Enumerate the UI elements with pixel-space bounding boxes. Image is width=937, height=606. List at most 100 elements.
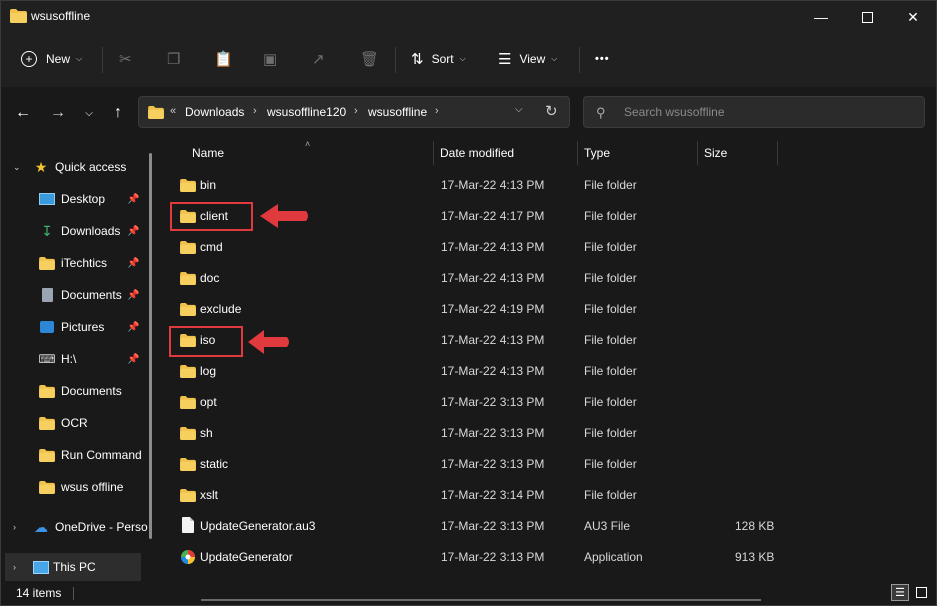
refresh-icon[interactable]: ↻: [545, 102, 558, 120]
chevron-right-icon[interactable]: ›: [435, 105, 439, 117]
pin-icon[interactable]: 📌: [127, 290, 139, 301]
share-button[interactable]: ↗: [312, 43, 325, 75]
cut-button[interactable]: ✂: [119, 43, 132, 75]
file-date: 17-Mar-22 3:13 PM: [441, 426, 545, 440]
sort-icon: ⇅: [411, 51, 424, 68]
sidebar-item[interactable]: ⌄ ★ Quick access: [1, 153, 149, 181]
column-header-type[interactable]: Type: [584, 139, 610, 167]
divider: [102, 47, 103, 73]
details-view-button[interactable]: ☰: [891, 584, 909, 601]
overflow-chevron-icon[interactable]: «: [170, 105, 176, 117]
column-header-name[interactable]: Name: [192, 139, 224, 167]
file-type: Application: [584, 550, 643, 564]
sidebar-item[interactable]: OCR: [1, 409, 149, 437]
minimize-button[interactable]: —: [798, 1, 844, 33]
chevron-right-icon[interactable]: ›: [354, 105, 358, 117]
sidebar-item[interactable]: Run Command: [1, 441, 149, 469]
column-divider[interactable]: [433, 141, 434, 165]
documents-icon: [39, 288, 55, 302]
sidebar-item[interactable]: › ☁ OneDrive - Perso: [1, 513, 149, 541]
close-button[interactable]: ✕: [890, 1, 936, 33]
chevron-down-icon[interactable]: ⌄: [13, 162, 21, 173]
sidebar-item[interactable]: wsus offline: [1, 473, 149, 501]
pin-icon[interactable]: 📌: [127, 226, 139, 237]
pin-icon[interactable]: 📌: [127, 322, 139, 333]
minimize-icon: —: [814, 9, 828, 25]
breadcrumb-wsusoffline[interactable]: wsusoffline: [368, 105, 427, 119]
file-name: cmd: [200, 240, 223, 254]
folder-icon: [10, 9, 27, 23]
table-row[interactable]: doc 17-Mar-22 4:13 PM File folder: [161, 263, 936, 294]
table-row[interactable]: opt 17-Mar-22 3:13 PM File folder: [161, 387, 936, 418]
file-date: 17-Mar-22 4:13 PM: [441, 178, 545, 192]
file-date: 17-Mar-22 3:13 PM: [441, 519, 545, 533]
sidebar-item[interactable]: ⌨ H:\ 📌: [1, 345, 149, 373]
pin-icon[interactable]: 📌: [127, 354, 139, 365]
file-type: File folder: [584, 395, 637, 409]
delete-button[interactable]: 🗑: [360, 43, 379, 75]
table-row[interactable]: sh 17-Mar-22 3:13 PM File folder: [161, 418, 936, 449]
folder-icon: [180, 489, 196, 502]
table-row[interactable]: UpdateGenerator.au3 17-Mar-22 3:13 PM AU3 …: [161, 511, 936, 542]
column-header-date[interactable]: Date modified: [440, 139, 514, 167]
sidebar-item[interactable]: › This PC: [5, 553, 141, 581]
maximize-button[interactable]: [844, 1, 890, 33]
breadcrumb-wsusoffline120[interactable]: wsusoffline120: [267, 105, 346, 119]
address-history-icon[interactable]: ⌵: [515, 104, 523, 115]
table-row[interactable]: bin 17-Mar-22 4:13 PM File folder: [161, 170, 936, 201]
tiles-view-button[interactable]: [912, 584, 930, 601]
sort-button[interactable]: ⇅ Sort ⌵: [411, 43, 466, 75]
sidebar-item[interactable]: Documents: [1, 377, 149, 405]
table-row[interactable]: log 17-Mar-22 4:13 PM File folder: [161, 356, 936, 387]
share-icon: ↗: [312, 51, 325, 68]
table-row[interactable]: static 17-Mar-22 3:13 PM File folder: [161, 449, 936, 480]
sidebar-item[interactable]: ↧ Downloads 📌: [1, 217, 149, 245]
star-icon: ★: [34, 158, 48, 175]
recent-locations-button[interactable]: ⌵: [77, 101, 101, 125]
close-icon: ✕: [907, 8, 919, 25]
table-row[interactable]: cmd 17-Mar-22 4:13 PM File folder: [161, 232, 936, 263]
column-divider[interactable]: [577, 141, 578, 165]
scissors-icon: ✂: [119, 51, 132, 68]
chevron-right-icon[interactable]: ›: [13, 562, 16, 572]
table-row[interactable]: exclude 17-Mar-22 4:19 PM File folder: [161, 294, 936, 325]
chevron-right-icon[interactable]: ›: [13, 522, 16, 532]
up-button[interactable]: ↑: [106, 101, 130, 125]
address-bar[interactable]: « Downloads › wsusoffline120 › wsusoffli…: [138, 96, 570, 128]
column-header-size[interactable]: Size: [704, 139, 727, 167]
view-button[interactable]: ☰ View ⌵: [498, 43, 557, 75]
back-button[interactable]: ←: [11, 101, 35, 125]
file-date: 17-Mar-22 4:13 PM: [441, 240, 545, 254]
red-arrow-icon: [248, 330, 289, 354]
sidebar-item-label: OCR: [61, 416, 88, 430]
table-row[interactable]: UpdateGenerator 17-Mar-22 3:13 PM Applicat…: [161, 542, 936, 573]
table-row[interactable]: xslt 17-Mar-22 3:14 PM File folder: [161, 480, 936, 511]
rename-button[interactable]: ▣: [263, 43, 277, 75]
folder-icon: [39, 416, 55, 430]
file-date: 17-Mar-22 4:13 PM: [441, 364, 545, 378]
search-input[interactable]: Search wsusoffline: [624, 105, 725, 119]
new-button[interactable]: + New ⌵: [21, 43, 82, 75]
chevron-right-icon[interactable]: ›: [253, 105, 257, 117]
pin-icon[interactable]: 📌: [127, 258, 139, 269]
folder-icon: [180, 365, 196, 378]
column-divider[interactable]: [777, 141, 778, 165]
column-divider[interactable]: [697, 141, 698, 165]
download-icon: ↧: [41, 222, 53, 239]
file-list: ˄ Name Date modified Type Size bin 17-Mar…: [161, 139, 936, 581]
sidebar-item[interactable]: Desktop 📌: [1, 185, 149, 213]
horizontal-scrollbar[interactable]: [201, 599, 761, 601]
search-box[interactable]: ⚲ Search wsusoffline: [583, 96, 925, 128]
sidebar-item[interactable]: Documents 📌: [1, 281, 149, 309]
navigation-bar: ← → ⌵ ↑ « Downloads › wsusoffline120 › w…: [1, 87, 936, 139]
forward-button[interactable]: →: [46, 101, 70, 125]
copy-button[interactable]: ❐: [167, 43, 180, 75]
pin-icon[interactable]: 📌: [127, 194, 139, 205]
sidebar-scrollbar[interactable]: [149, 153, 152, 539]
breadcrumb-downloads[interactable]: Downloads: [185, 105, 244, 119]
sidebar-item[interactable]: Pictures 📌: [1, 313, 149, 341]
paste-button[interactable]: 📋: [214, 43, 233, 75]
sidebar-item-label: OneDrive - Perso: [55, 520, 148, 534]
sidebar-item[interactable]: iTechtics 📌: [1, 249, 149, 277]
more-options-button[interactable]: •••: [595, 43, 610, 75]
